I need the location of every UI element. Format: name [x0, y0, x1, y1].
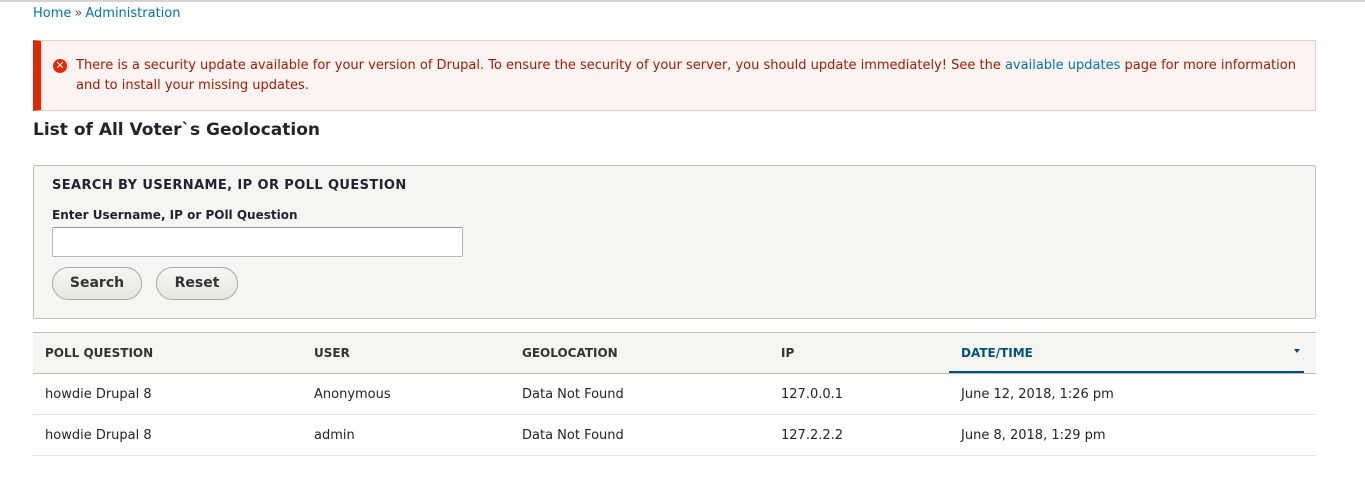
breadcrumb: Home» Administration [33, 6, 181, 21]
cell-ip: 127.0.0.1 [769, 373, 949, 415]
breadcrumb-separator: » [74, 6, 83, 21]
cell-date-time: June 12, 2018, 1:26 pm [949, 373, 1316, 415]
search-fieldset: SEARCH BY USERNAME, IP OR POLL QUESTION … [33, 165, 1316, 319]
error-icon: ✕ [53, 59, 67, 73]
search-button[interactable]: Search [52, 267, 142, 300]
column-header-user[interactable]: USER [302, 332, 510, 374]
column-header-ip[interactable]: IP [769, 332, 949, 374]
available-updates-link[interactable]: available updates [1005, 58, 1120, 73]
page-title: List of All Voter`s Geolocation [33, 120, 320, 140]
table-row: howdie Drupal 8 Anonymous Data Not Found… [33, 373, 1316, 415]
top-border [0, 0, 1365, 2]
table-header-row: POLL QUESTION USER GEOLOCATION IP DATE/T… [33, 332, 1316, 374]
cell-date-time: June 8, 2018, 1:29 pm [949, 414, 1316, 456]
search-input[interactable] [52, 227, 463, 257]
reset-button[interactable]: Reset [156, 267, 238, 300]
column-header-poll-question[interactable]: POLL QUESTION [33, 332, 302, 374]
breadcrumb-home-link[interactable]: Home [33, 6, 71, 21]
search-field-label: Enter Username, IP or POll Question [52, 208, 298, 222]
search-legend: SEARCH BY USERNAME, IP OR POLL QUESTION [52, 178, 407, 193]
voters-geolocation-table: POLL QUESTION USER GEOLOCATION IP DATE/T… [33, 332, 1316, 456]
cell-user: Anonymous [302, 373, 510, 415]
breadcrumb-administration-link[interactable]: Administration [85, 6, 180, 21]
table-row: howdie Drupal 8 admin Data Not Found 127… [33, 414, 1316, 456]
cell-user: admin [302, 414, 510, 456]
column-header-geolocation[interactable]: GEOLOCATION [510, 332, 769, 374]
cell-ip: 127.2.2.2 [769, 414, 949, 456]
alert-message: There is a security update available for… [76, 56, 1306, 96]
cell-poll-question: howdie Drupal 8 [33, 373, 302, 415]
cell-poll-question: howdie Drupal 8 [33, 414, 302, 456]
sort-desc-icon [1294, 349, 1300, 353]
column-header-date-time[interactable]: DATE/TIME [949, 332, 1316, 374]
cell-geolocation: Data Not Found [510, 414, 769, 456]
alert-text-before: There is a security update available for… [76, 58, 1005, 73]
sort-active-underline [949, 371, 1304, 373]
security-update-alert: ✕ There is a security update available f… [33, 40, 1316, 111]
cell-geolocation: Data Not Found [510, 373, 769, 415]
column-header-date-time-label: DATE/TIME [961, 346, 1033, 360]
